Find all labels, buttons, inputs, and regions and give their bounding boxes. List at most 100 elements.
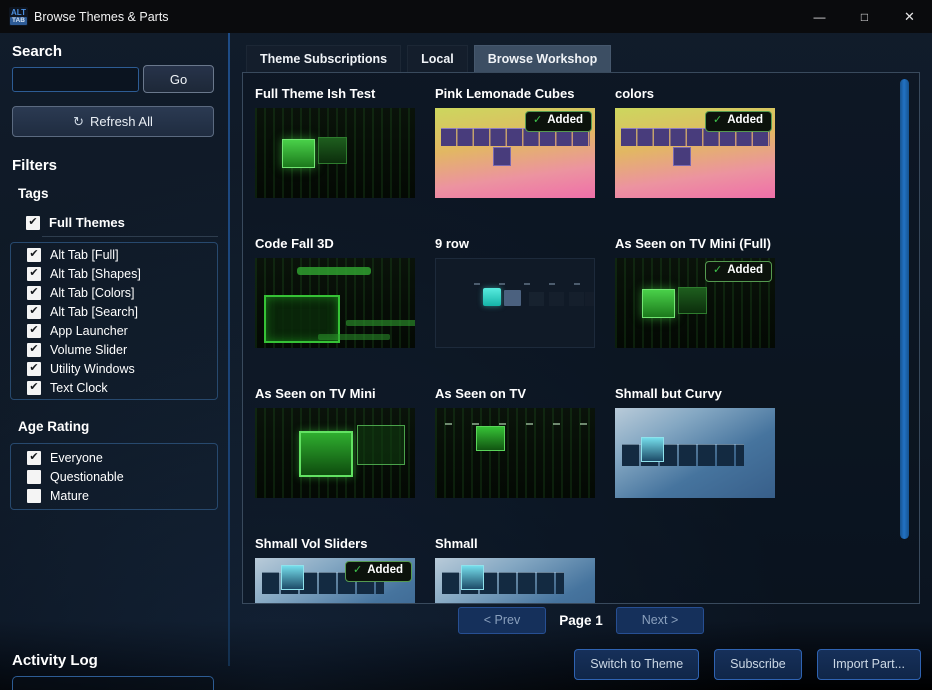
theme-thumbnail[interactable]: ✓ Added [255,558,415,604]
app-icon: ALT TAB [9,7,28,26]
tags-heading: Tags [18,186,49,201]
pagination: < Prev Page 1 Next > [242,607,920,634]
checkbox[interactable] [27,470,41,484]
checkbox[interactable]: ✔ [27,305,41,319]
tag-checkbox-row[interactable]: ✔ Alt Tab [Full] [27,245,217,264]
theme-thumbnail[interactable] [255,408,415,498]
checkbox[interactable]: ✔ [27,381,41,395]
search-input[interactable] [12,67,139,92]
theme-card-title: As Seen on TV [435,386,597,401]
age-rating-listbox: ✔ Everyone Questionable Mature [10,443,218,510]
theme-card[interactable]: Shmall [435,536,597,604]
added-check-icon: ✓ [713,265,722,276]
theme-card[interactable]: As Seen on TV Mini [255,386,417,536]
checkbox[interactable] [27,489,41,503]
age-checkbox-row[interactable]: Questionable [27,467,217,486]
theme-thumbnail[interactable]: ✓ Added [615,108,775,198]
refresh-icon: ↻ [73,114,84,130]
checkbox[interactable]: ✔ [27,362,41,376]
tag-checkbox-row[interactable]: ✔ Alt Tab [Shapes] [27,264,217,283]
theme-thumbnail[interactable] [255,108,415,198]
theme-thumbnail[interactable] [435,258,595,348]
added-badge-label: Added [547,114,583,128]
tag-checkbox-row[interactable]: ✔ Alt Tab [Colors] [27,283,217,302]
theme-card[interactable]: Shmall but Curvy [615,386,777,536]
maximize-button[interactable]: □ [842,0,887,33]
tag-checkbox-row[interactable]: ✔ App Launcher [27,321,217,340]
tag-checkbox-row[interactable]: ✔ Volume Slider [27,340,217,359]
tag-checkbox-row[interactable]: ✔ Utility Windows [27,359,217,378]
added-badge: ✓ Added [705,261,772,282]
theme-card-title: Shmall [435,536,597,551]
checkbox[interactable]: ✔ [27,324,41,338]
tab[interactable]: Theme Subscriptions [246,45,401,73]
minimize-button[interactable]: — [797,0,842,33]
checkbox[interactable]: ✔ [26,216,40,230]
tab[interactable]: Local [407,45,468,73]
tags-divider [42,236,218,237]
theme-card[interactable]: Pink Lemonade Cubes ✓ Added [435,86,597,236]
added-badge: ✓ Added [345,561,412,582]
refresh-all-button[interactable]: ↻ Refresh All [12,106,214,137]
checkbox-label: Mature [50,489,89,503]
checkbox-label: Alt Tab [Search] [50,305,138,319]
checkbox-label: Alt Tab [Colors] [50,286,135,300]
theme-card[interactable]: Full Theme Ish Test [255,86,417,236]
next-page-button[interactable]: Next > [616,607,704,634]
checkbox[interactable]: ✔ [27,343,41,357]
theme-card[interactable]: 9 row [435,236,597,386]
added-badge: ✓ Added [705,111,772,132]
filters-heading: Filters [12,157,57,174]
theme-thumbnail[interactable]: ✓ Added [435,108,595,198]
tags-listbox: ✔ Alt Tab [Full] ✔ Alt Tab [Shapes] ✔ Al… [10,242,218,400]
go-button[interactable]: Go [143,65,214,93]
checkbox[interactable]: ✔ [27,248,41,262]
theme-card[interactable]: colors ✓ Added [615,86,777,236]
theme-card[interactable]: As Seen on TV [435,386,597,536]
full-themes-group: ✔ Full Themes [26,213,125,232]
main-content: Theme Subscriptions Local Browse Worksho… [230,33,932,690]
titlebar: ALT TAB Browse Themes & Parts — □ ✕ [0,0,932,33]
added-badge: ✓ Added [525,111,592,132]
theme-thumbnail[interactable] [435,558,595,604]
tag-checkbox-row[interactable]: ✔ Alt Tab [Search] [27,302,217,321]
theme-card-title: Pink Lemonade Cubes [435,86,597,101]
footer-action-button[interactable]: Subscribe [714,649,802,680]
refresh-all-label: Refresh All [90,114,153,129]
added-check-icon: ✓ [713,115,722,126]
checkbox-label: Volume Slider [50,343,127,357]
app-icon-text-tab: TAB [10,17,27,25]
age-checkbox-row[interactable]: ✔ Everyone [27,448,217,467]
checkbox[interactable]: ✔ [27,451,41,465]
checkbox[interactable]: ✔ [27,286,41,300]
age-checkbox-row[interactable]: Mature [27,486,217,505]
footer-action-button[interactable]: Switch to Theme [574,649,699,680]
checkbox[interactable]: ✔ [27,267,41,281]
tag-checkbox-row[interactable]: ✔ Text Clock [27,378,217,397]
theme-thumbnail[interactable] [435,408,595,498]
added-check-icon: ✓ [533,115,542,126]
added-badge-label: Added [727,114,763,128]
theme-card-title: Code Fall 3D [255,236,417,251]
theme-thumbnail[interactable] [615,408,775,498]
theme-card[interactable]: Shmall Vol Sliders ✓ Added [255,536,417,604]
prev-page-button[interactable]: < Prev [458,607,546,634]
tab[interactable]: Browse Workshop [474,45,612,73]
search-heading: Search [12,43,62,60]
theme-thumbnail[interactable]: ✓ Added [615,258,775,348]
footer-action-button[interactable]: Import Part... [817,649,921,680]
theme-card-title: Shmall Vol Sliders [255,536,417,551]
theme-card[interactable]: As Seen on TV Mini (Full) ✓ Added [615,236,777,386]
scrollbar-thumb[interactable] [900,79,909,539]
theme-card-title: Full Theme Ish Test [255,86,417,101]
theme-card-title: 9 row [435,236,597,251]
theme-card[interactable]: Code Fall 3D [255,236,417,386]
checkbox-label: Alt Tab [Shapes] [50,267,141,281]
checkbox-label: Questionable [50,470,124,484]
added-check-icon: ✓ [353,565,362,576]
theme-thumbnail[interactable] [255,258,415,348]
checkbox-row-full-themes[interactable]: ✔ Full Themes [26,213,125,232]
scrollbar-track[interactable] [898,76,910,600]
close-button[interactable]: ✕ [887,0,932,33]
checkbox-label: Text Clock [50,381,108,395]
